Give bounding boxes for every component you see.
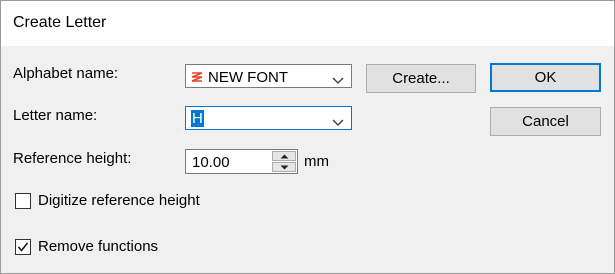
reference-height-spinbox[interactable]: 10.00 (185, 149, 298, 174)
letter-name-combobox[interactable]: H (185, 106, 352, 130)
reference-height-value[interactable]: 10.00 (192, 154, 230, 171)
alphabet-name-value: NEW FONT (208, 69, 288, 86)
letter-name-value[interactable]: H (191, 110, 204, 127)
alphabet-name-dropdown[interactable]: NEW FONT (185, 64, 352, 88)
remove-functions-checkbox[interactable] (15, 239, 31, 255)
ok-button[interactable]: OK (490, 63, 601, 92)
font-stroke-icon (191, 70, 203, 82)
reference-height-label: Reference height: (13, 150, 132, 167)
create-letter-dialog: Create Letter Alphabet name: NEW FONT Le… (0, 0, 615, 274)
checkmark-icon (17, 242, 29, 252)
arrow-up-icon (280, 154, 289, 159)
alphabet-name-label: Alphabet name: (13, 65, 119, 82)
spin-up-button[interactable] (272, 151, 296, 161)
title-bar[interactable]: Create Letter (1, 1, 614, 46)
window-title: Create Letter (13, 14, 107, 31)
chevron-down-icon[interactable] (332, 114, 344, 126)
reference-height-unit: mm (304, 153, 329, 170)
digitize-reference-height-checkbox[interactable] (15, 193, 31, 209)
cancel-button[interactable]: Cancel (490, 107, 601, 136)
remove-functions-label[interactable]: Remove functions (38, 238, 158, 255)
letter-name-label: Letter name: (13, 107, 98, 124)
arrow-down-icon (280, 165, 289, 170)
create-button[interactable]: Create... (366, 64, 476, 93)
chevron-down-icon[interactable] (332, 72, 344, 84)
spin-down-button[interactable] (272, 162, 296, 172)
digitize-reference-height-label[interactable]: Digitize reference height (38, 192, 200, 209)
